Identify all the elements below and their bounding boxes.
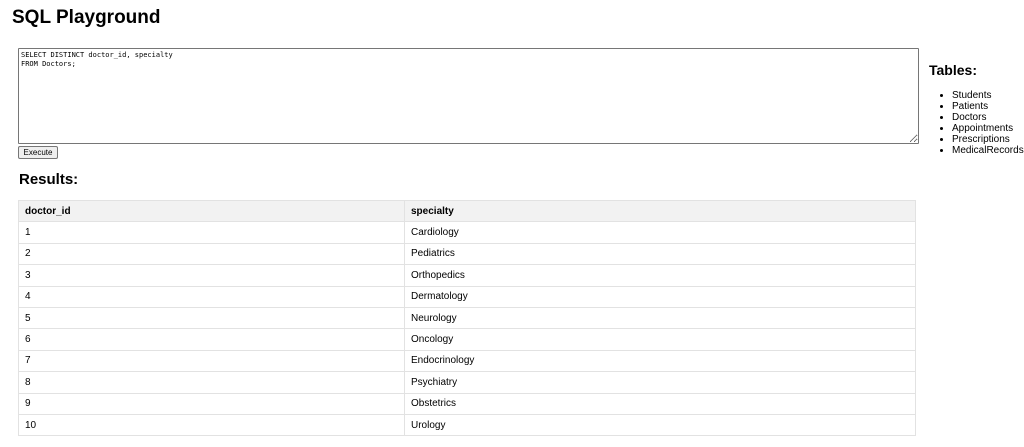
cell-doctor-id: 9 — [18, 392, 405, 415]
results-table: doctor_id specialty 1 Cardiology 2 Pediatr… — [18, 199, 916, 437]
cell-specialty: Orthopedics — [404, 264, 916, 287]
cell-doctor-id: 1 — [18, 221, 405, 244]
page-title: SQL Playground — [12, 7, 161, 28]
table-row: 8 Psychiatry — [18, 371, 916, 394]
sql-query-input[interactable]: SELECT DISTINCT doctor_id, specialty FRO… — [18, 48, 919, 144]
table-item-prescriptions[interactable]: Prescriptions — [952, 134, 1024, 145]
table-item-doctors[interactable]: Doctors — [952, 112, 1024, 123]
tables-panel: Tables: Students Patients Doctors Appoin… — [929, 62, 1024, 156]
cell-specialty: Neurology — [404, 306, 916, 330]
cell-specialty: Obstetrics — [404, 392, 916, 415]
cell-doctor-id: 10 — [18, 413, 405, 437]
table-row: 3 Orthopedics — [18, 264, 916, 287]
table-row: 5 Neurology — [18, 306, 916, 330]
table-item-patients[interactable]: Patients — [952, 101, 1024, 112]
table-item-medicalrecords[interactable]: MedicalRecords — [952, 145, 1024, 156]
cell-specialty: Psychiatry — [404, 371, 916, 394]
table-header-row: doctor_id specialty — [18, 199, 916, 223]
table-item-appointments[interactable]: Appointments — [952, 123, 1024, 134]
column-header-specialty: specialty — [404, 199, 916, 223]
tables-list: Students Patients Doctors Appointments P… — [929, 90, 1024, 156]
cell-specialty: Oncology — [404, 328, 916, 351]
cell-specialty: Pediatrics — [404, 242, 916, 266]
table-row: 10 Urology — [18, 413, 916, 437]
cell-doctor-id: 6 — [18, 328, 405, 351]
cell-doctor-id: 5 — [18, 306, 405, 330]
column-header-doctor-id: doctor_id — [18, 199, 405, 223]
tables-heading: Tables: — [929, 62, 977, 78]
table-row: 7 Endocrinology — [18, 349, 916, 373]
cell-specialty: Cardiology — [404, 221, 916, 244]
table-row: 9 Obstetrics — [18, 392, 916, 415]
table-row: 1 Cardiology — [18, 221, 916, 244]
table-row: 6 Oncology — [18, 328, 916, 351]
cell-doctor-id: 7 — [18, 349, 405, 373]
table-row: 4 Dermatology — [18, 285, 916, 308]
table-row: 2 Pediatrics — [18, 242, 916, 266]
results-heading: Results: — [19, 171, 79, 188]
cell-doctor-id: 2 — [18, 242, 405, 266]
table-item-students[interactable]: Students — [952, 90, 1024, 101]
cell-specialty: Endocrinology — [404, 349, 916, 373]
execute-button[interactable]: Execute — [18, 146, 58, 159]
cell-specialty: Urology — [404, 413, 916, 437]
cell-doctor-id: 4 — [18, 285, 405, 308]
cell-specialty: Dermatology — [404, 285, 916, 308]
cell-doctor-id: 8 — [18, 371, 405, 394]
cell-doctor-id: 3 — [18, 264, 405, 287]
